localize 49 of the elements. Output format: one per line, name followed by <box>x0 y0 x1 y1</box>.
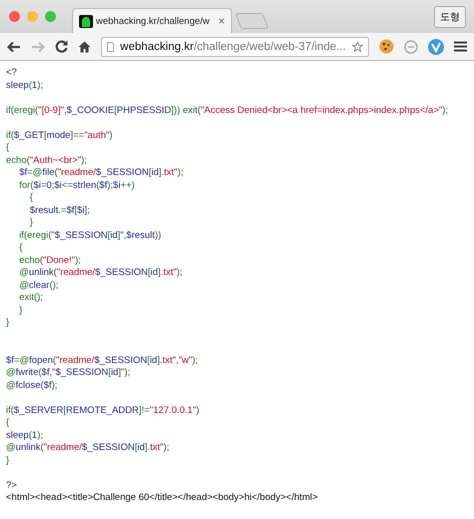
code-line: ?> <box>6 480 17 492</box>
code-line: <html><head><title>Challenge 60</title></head><body>hi</body></html> <box>6 492 318 504</box>
code-line: @fclose($f); <box>6 380 58 392</box>
code-line: <? <box>6 67 17 80</box>
code-line: { <box>6 142 10 154</box>
code-line: { <box>18 242 22 254</box>
back-icon[interactable] <box>7 40 21 52</box>
code-line: echo("Done!"); <box>18 254 81 267</box>
code-line: @unlink("readme/$_SESSION[id].txt"); <box>6 442 170 454</box>
code-line: { <box>28 192 33 204</box>
code-line: echo("Auth~<br>"); <box>6 154 87 167</box>
star-icon[interactable] <box>352 40 363 54</box>
cookie-icon[interactable] <box>379 39 394 54</box>
page-icon <box>107 40 114 52</box>
new-tab-button[interactable] <box>235 13 269 29</box>
minus-circle-icon[interactable] <box>404 40 418 54</box>
code-line: sleep(1); <box>6 80 43 92</box>
code-line: } <box>18 304 22 317</box>
extension-icon[interactable] <box>428 38 444 54</box>
address-bar[interactable]: webhacking.kr/challenge/web/web-37/inde... <box>101 36 369 56</box>
code-line: $result.=$f[$i]; <box>28 204 90 217</box>
code-line: @unlink("readme/$_SESSION[id].txt"); <box>18 267 182 280</box>
code-line: if($_GET[mode]=="auth") <box>6 130 113 142</box>
code-line: for($i=0;$i<=strlen($f);$i++) <box>18 180 135 192</box>
code-line: $f=@fopen("readme/$_SESSION[id].txt","w"); <box>6 354 198 367</box>
code-line: } <box>6 317 10 330</box>
home-icon[interactable] <box>78 40 91 52</box>
code-line: @fwrite($f,"$_SESSION[id]"); <box>6 367 130 380</box>
code-line: } <box>28 217 33 230</box>
code-line: exit(); <box>18 292 43 304</box>
code-line: if(eregi("[0-9]",$_COOKIE[PHPSESSID])) exit("Access Denied<br><a href=index.phps>index.phps</a>"); <box>6 104 448 117</box>
browser-tab[interactable]: webhacking.kr/challenge/w × <box>72 8 232 33</box>
ghost-icon <box>79 14 93 28</box>
reload-icon[interactable] <box>55 40 68 53</box>
code-line: if($_SERVER[REMOTE_ADDR]!="127.0.0.1") <box>6 404 200 417</box>
menu-icon[interactable] <box>454 41 467 52</box>
close-window-icon[interactable] <box>9 11 20 22</box>
code-line: sleep(1); <box>6 430 43 442</box>
code-line: } <box>6 454 10 467</box>
zoom-window-icon[interactable] <box>45 11 56 22</box>
code-line: @clear(); <box>18 280 58 292</box>
profile-button[interactable]: 도형 <box>434 6 466 28</box>
code-line: if(eregi("$_SESSION[id]",$result)) <box>18 230 162 242</box>
tab-title: webhacking.kr/challenge/w <box>96 16 211 26</box>
url-text: webhacking.kr/challenge/web/web-37/inde... <box>120 40 346 52</box>
code-line: { <box>6 417 10 430</box>
tab-close-button[interactable]: × <box>218 14 225 28</box>
forward-icon[interactable] <box>31 40 45 52</box>
code-line: $f=@file("readme/$_SESSION[id].txt"); <box>18 167 184 180</box>
